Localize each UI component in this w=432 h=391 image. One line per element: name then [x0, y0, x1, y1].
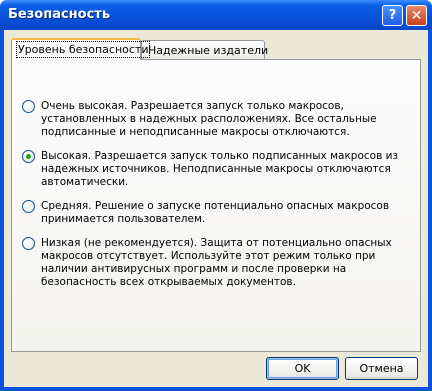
security-dialog: Безопасность ? ✕ Уровень безопасности На…: [0, 0, 432, 391]
option-low-label: Низкая (не рекомендуется). Защита от пот…: [41, 237, 392, 288]
option-very-high-label: Очень высокая. Разрешается запуск только…: [41, 100, 377, 138]
radio-high[interactable]: [22, 150, 35, 163]
tab-trusted-publishers[interactable]: Надежные издатели: [141, 40, 269, 59]
option-high[interactable]: Высокая. Разрешается запуск только подпи…: [22, 150, 412, 190]
option-low[interactable]: Низкая (не рекомендуется). Защита от пот…: [22, 237, 412, 290]
help-button[interactable]: ?: [382, 5, 403, 26]
tab-security-level-label: Уровень безопасности: [15, 41, 151, 58]
option-medium-label: Средняя. Решение о запуске потенциально …: [41, 200, 390, 225]
close-button[interactable]: ✕: [406, 5, 427, 26]
window-title: Безопасность: [8, 7, 111, 22]
tab-panel: Очень высокая. Разрешается запуск только…: [11, 59, 421, 352]
tab-trusted-publishers-label: Надежные издатели: [148, 44, 269, 57]
title-bar[interactable]: Безопасность ? ✕: [0, 0, 432, 30]
help-icon: ?: [388, 8, 397, 23]
ok-button[interactable]: OK: [266, 357, 339, 380]
radio-medium[interactable]: [22, 200, 35, 213]
dialog-client-area: Уровень безопасности Надежные издатели О…: [4, 30, 428, 387]
radio-very-high[interactable]: [22, 100, 35, 113]
close-icon: ✕: [410, 7, 423, 24]
option-medium[interactable]: Средняя. Решение о запуске потенциально …: [22, 200, 412, 228]
option-high-label: Высокая. Разрешается запуск только подпи…: [41, 150, 399, 188]
option-very-high[interactable]: Очень высокая. Разрешается запуск только…: [22, 100, 412, 140]
cancel-button[interactable]: Отмена: [345, 357, 418, 380]
radio-low[interactable]: [22, 237, 35, 250]
tab-security-level[interactable]: Уровень безопасности: [11, 38, 151, 60]
